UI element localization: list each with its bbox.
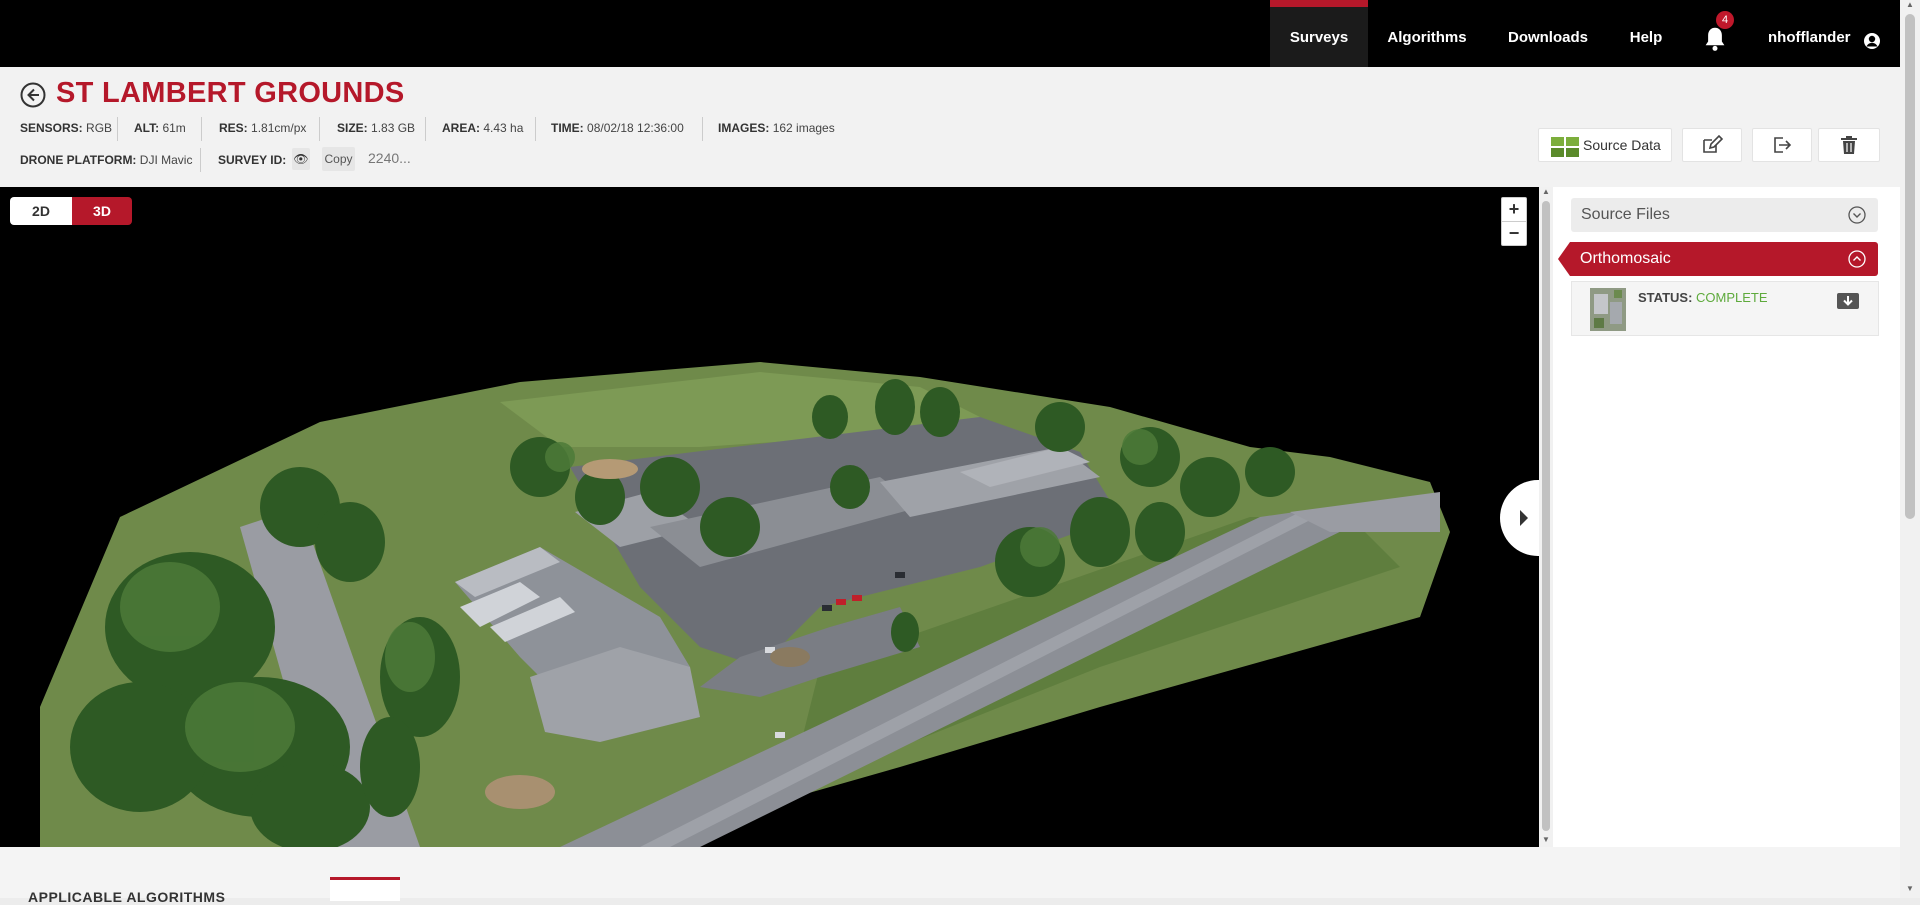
meta-res: RES: 1.81cm/px bbox=[219, 121, 307, 135]
scroll-down-arrow[interactable]: ▼ bbox=[1539, 835, 1553, 847]
username[interactable]: nhofflander bbox=[1768, 0, 1851, 75]
divider bbox=[319, 117, 320, 141]
applicable-algorithms-heading: APPLICABLE ALGORITHMS bbox=[28, 889, 226, 905]
copy-button[interactable]: Copy bbox=[322, 147, 355, 171]
orthomosaic-item: STATUS: COMPLETE bbox=[1571, 281, 1879, 336]
divider bbox=[702, 117, 703, 141]
user-icon[interactable] bbox=[1862, 32, 1882, 50]
mode-2d-button[interactable]: 2D bbox=[10, 197, 72, 225]
viewer-scrollbar[interactable]: ▲ ▼ bbox=[1539, 187, 1553, 847]
orthomosaic-thumbnail[interactable] bbox=[1590, 288, 1626, 331]
zoom-out-button[interactable]: − bbox=[1501, 221, 1527, 246]
scrollbar-thumb[interactable] bbox=[1542, 201, 1550, 831]
download-icon[interactable] bbox=[1836, 290, 1860, 310]
bottom-section bbox=[0, 847, 1920, 898]
edit-button[interactable] bbox=[1682, 128, 1742, 162]
nav-downloads[interactable]: Downloads bbox=[1496, 0, 1600, 67]
source-files-accordion[interactable]: Source Files bbox=[1571, 198, 1878, 232]
orthomosaic-accordion[interactable]: Orthomosaic bbox=[1558, 242, 1878, 276]
divider bbox=[425, 117, 426, 141]
grid-icon bbox=[1551, 137, 1579, 157]
nav-surveys[interactable]: Surveys bbox=[1270, 0, 1368, 67]
divider bbox=[535, 117, 536, 141]
meta-drone-platform: DRONE PLATFORM: DJI Mavic bbox=[20, 153, 193, 167]
meta-survey-id-label: SURVEY ID: bbox=[218, 153, 287, 167]
page-scroll-up-arrow[interactable]: ▲ bbox=[1900, 0, 1920, 12]
meta-sensors: SENSORS: RGB bbox=[20, 121, 113, 135]
status-text: STATUS: COMPLETE bbox=[1638, 290, 1768, 305]
trash-icon bbox=[1841, 136, 1857, 154]
eye-icon[interactable]: 👁 bbox=[292, 148, 310, 170]
chevron-up-icon bbox=[1848, 250, 1866, 268]
status-complete: COMPLETE bbox=[1696, 290, 1768, 305]
nav-algorithms[interactable]: Algorithms bbox=[1375, 0, 1479, 67]
back-arrow-icon[interactable] bbox=[20, 82, 46, 108]
source-files-label: Source Files bbox=[1581, 206, 1670, 223]
export-icon bbox=[1774, 137, 1792, 153]
mode-3d-button[interactable]: 3D bbox=[72, 197, 132, 225]
page-scroll-down-arrow[interactable]: ▼ bbox=[1900, 884, 1920, 896]
view-mode-toggle: 2D 3D bbox=[10, 197, 132, 225]
orthomosaic-label: Orthomosaic bbox=[1580, 250, 1671, 267]
nav-help[interactable]: Help bbox=[1618, 0, 1674, 67]
meta-alt: ALT: 61m bbox=[134, 121, 186, 135]
3d-viewer[interactable]: 2D 3D + − bbox=[0, 187, 1539, 847]
top-navigation: Surveys Algorithms Downloads Help 4 nhof… bbox=[0, 0, 1900, 67]
notification-badge: 4 bbox=[1716, 11, 1734, 29]
3d-model-render[interactable] bbox=[0, 187, 1539, 847]
source-data-button[interactable]: Source Data bbox=[1538, 128, 1672, 162]
zoom-in-button[interactable]: + bbox=[1501, 197, 1527, 222]
export-button[interactable] bbox=[1752, 128, 1812, 162]
algorithms-tab[interactable] bbox=[330, 877, 400, 901]
edit-icon bbox=[1703, 135, 1723, 153]
chevron-right-icon bbox=[1520, 510, 1528, 526]
meta-time: TIME: 08/02/18 12:36:00 bbox=[551, 121, 684, 135]
delete-button[interactable] bbox=[1818, 128, 1880, 162]
page-scrollbar[interactable]: ▲ ▼ bbox=[1900, 0, 1920, 898]
divider bbox=[117, 117, 118, 141]
meta-area: AREA: 4.43 ha bbox=[442, 121, 524, 135]
scroll-up-arrow[interactable]: ▲ bbox=[1539, 187, 1553, 199]
page-title: ST LAMBERT GROUNDS bbox=[56, 77, 405, 109]
survey-id-value: 2240... bbox=[368, 150, 411, 166]
meta-images: IMAGES: 162 images bbox=[718, 121, 835, 135]
divider bbox=[201, 117, 202, 141]
divider bbox=[200, 148, 201, 172]
chevron-down-icon bbox=[1848, 206, 1866, 224]
source-data-label: Source Data bbox=[1583, 137, 1661, 153]
page-scrollbar-thumb[interactable] bbox=[1905, 14, 1915, 519]
meta-size: SIZE: 1.83 GB bbox=[337, 121, 416, 135]
